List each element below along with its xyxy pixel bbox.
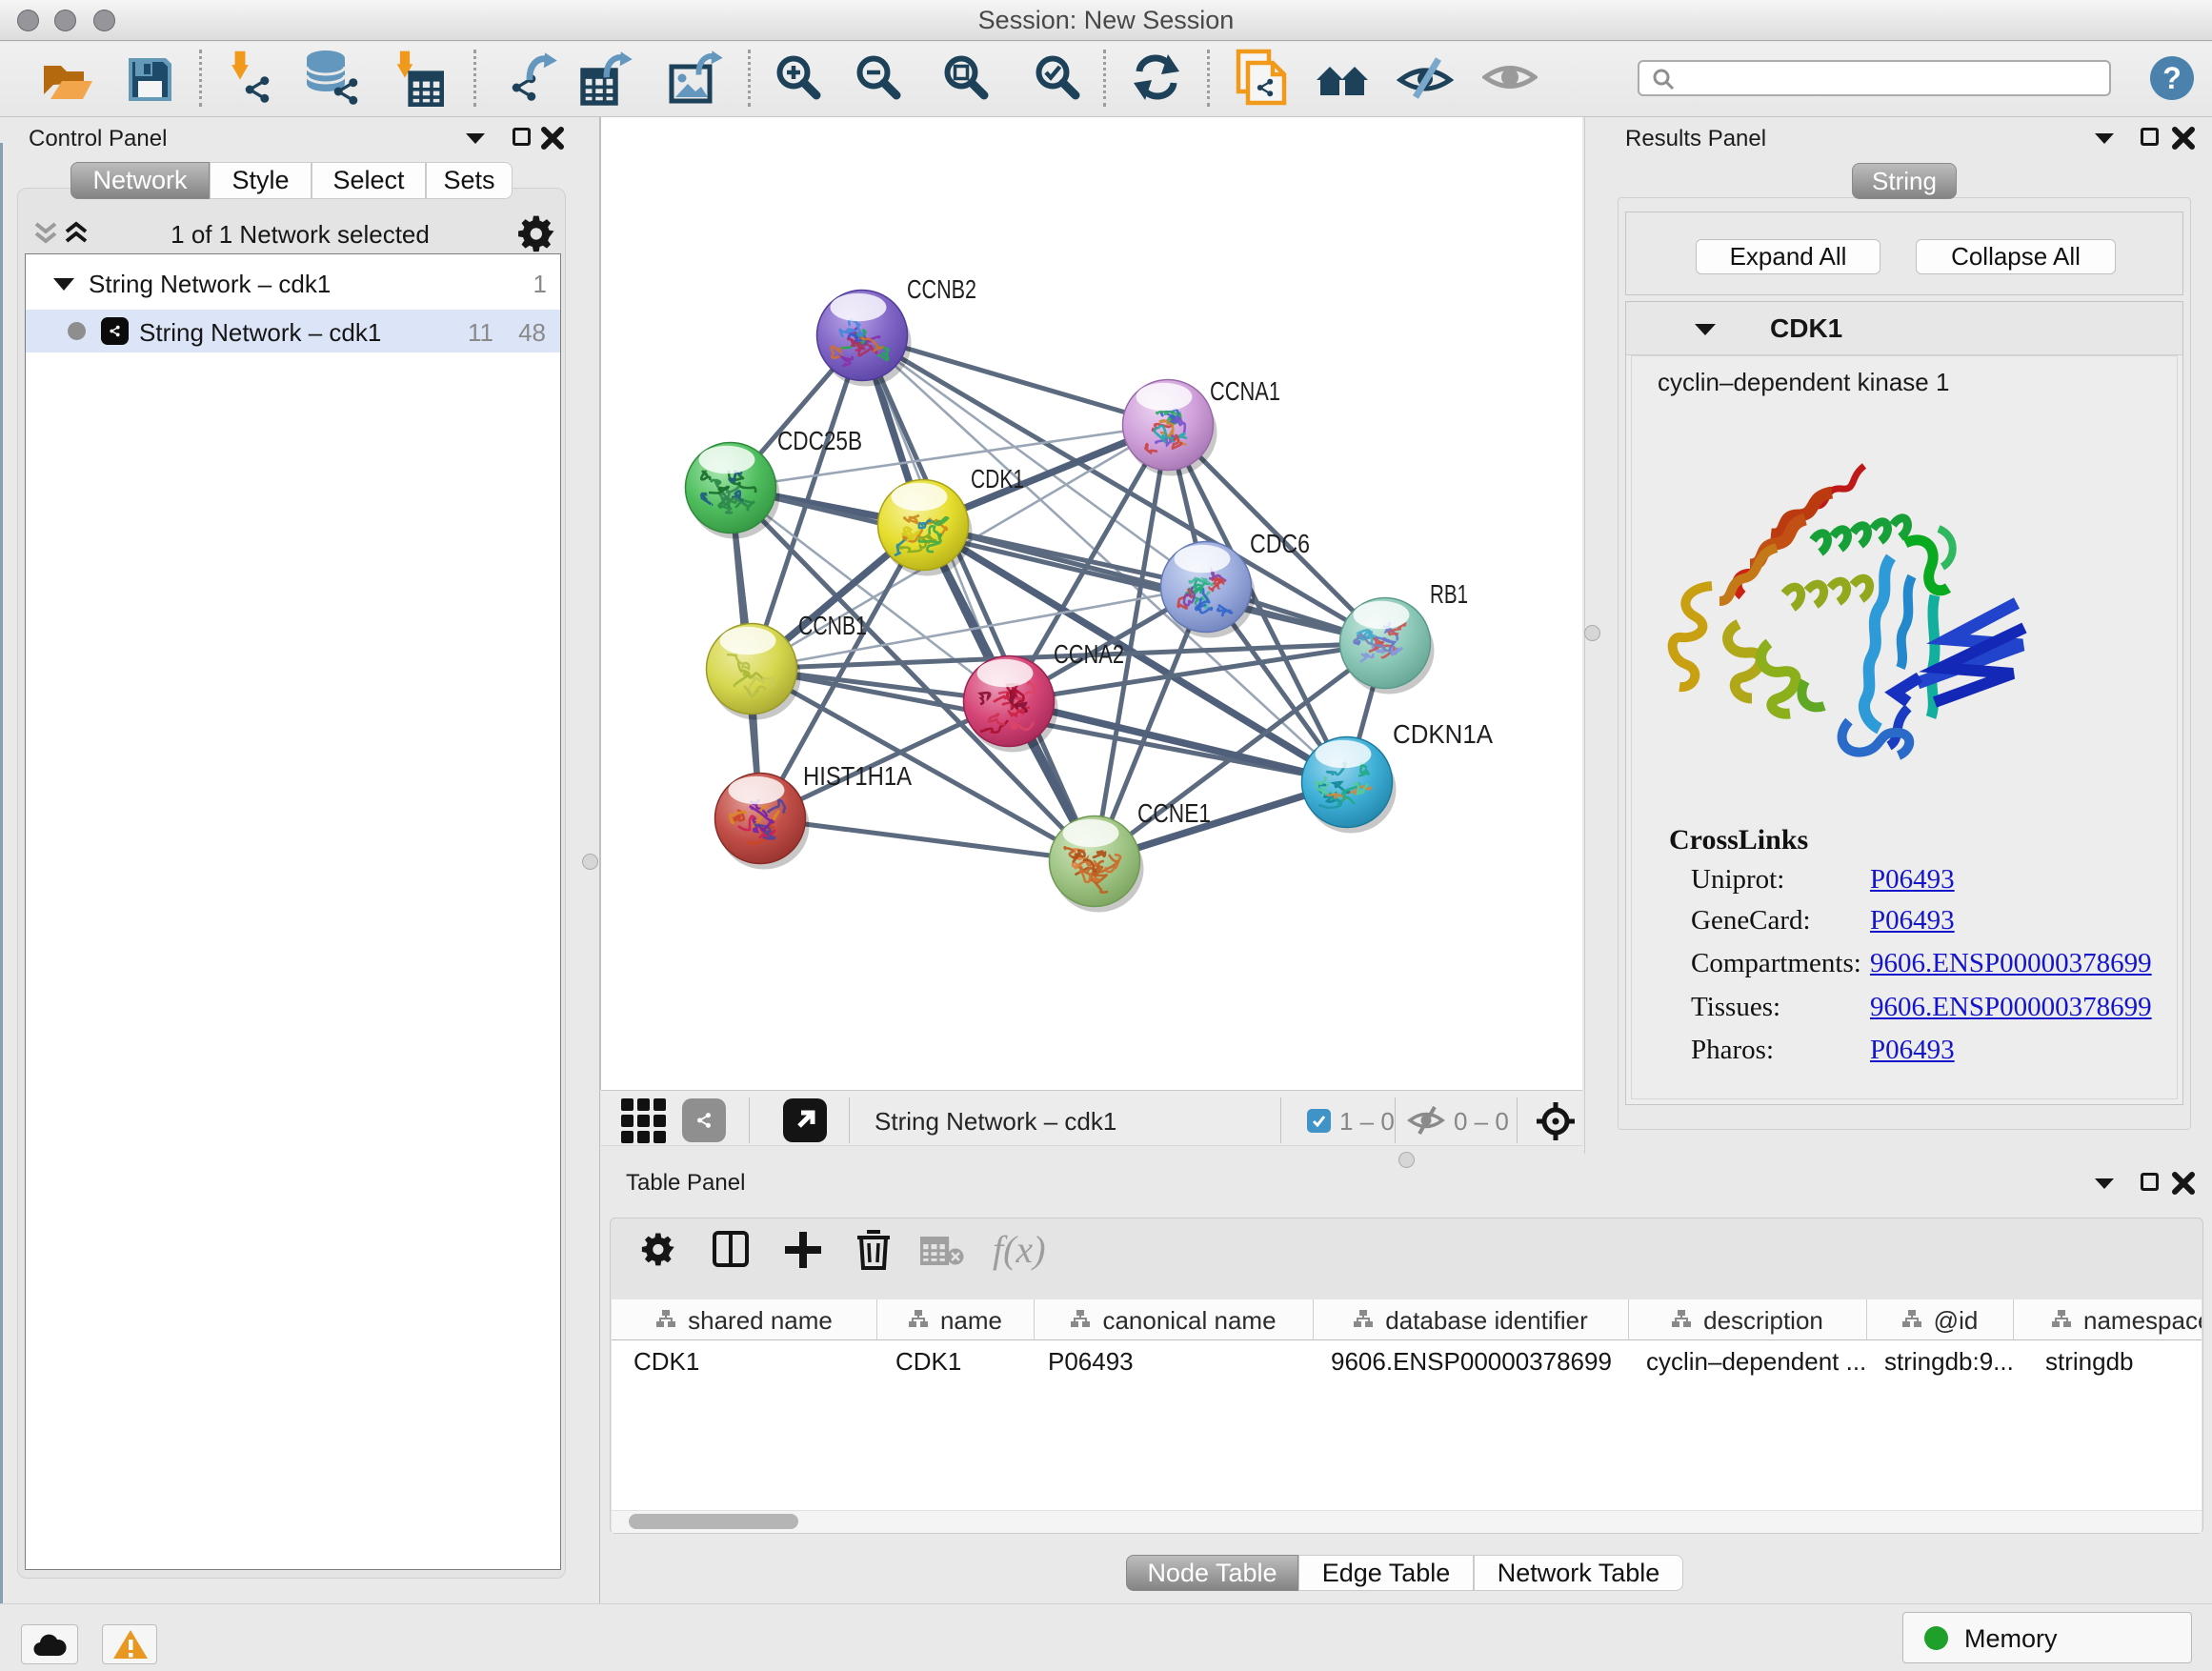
svg-text:CDC6: CDC6: [1250, 529, 1310, 558]
svg-text:CDKN1A: CDKN1A: [1393, 719, 1493, 749]
svg-text:CDC25B: CDC25B: [777, 426, 862, 455]
svg-text:CCNB2: CCNB2: [907, 274, 976, 304]
svg-text:CCNB1: CCNB1: [798, 611, 867, 640]
svg-text:CCNE1: CCNE1: [1137, 798, 1211, 828]
svg-text:RB1: RB1: [1430, 579, 1468, 609]
svg-text:HIST1H1A: HIST1H1A: [803, 761, 912, 791]
svg-text:CCNA2: CCNA2: [1054, 639, 1124, 669]
svg-text:CCNA1: CCNA1: [1210, 376, 1280, 406]
svg-text:CDK1: CDK1: [971, 464, 1024, 493]
